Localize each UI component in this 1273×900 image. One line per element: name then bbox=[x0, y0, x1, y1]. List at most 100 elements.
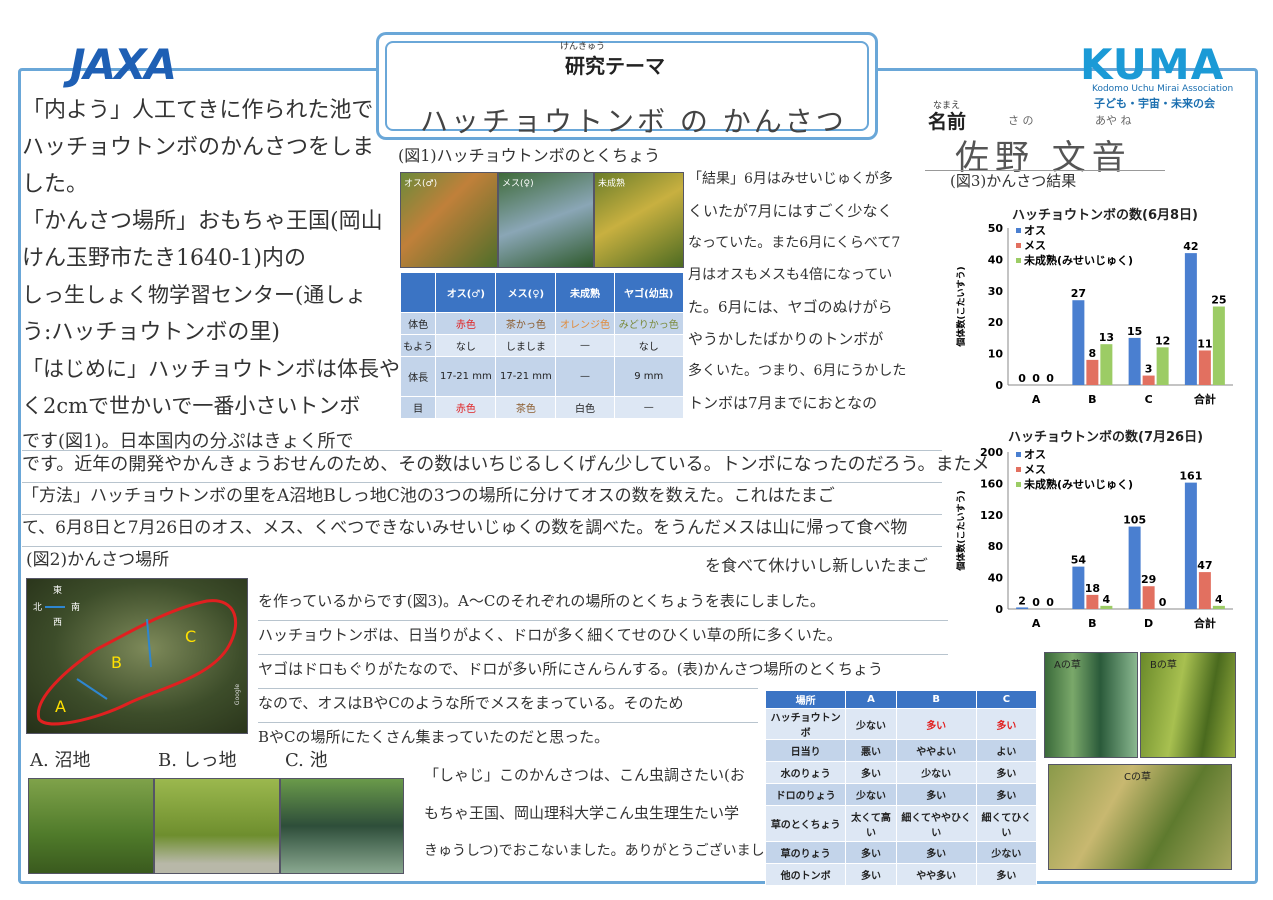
bar bbox=[1198, 572, 1211, 609]
table-row: 体長 17-21 mm 17-21 mm — 9 mm bbox=[399, 356, 684, 397]
result-text-line: 「結果」6月はみせいじゅくが多 bbox=[688, 171, 893, 187]
legend-entry: オス bbox=[1024, 224, 1046, 237]
bar-value-label: 25 bbox=[1211, 294, 1226, 307]
left-text-line: 「かんさつ場所」おもちゃ王国(岡山 bbox=[22, 209, 383, 234]
bar-value-label: 3 bbox=[1145, 363, 1153, 376]
thanks-text-line: 「しゃじ」このかんさつは、こん虫調さたい(お bbox=[424, 766, 745, 784]
chart-june: 01020304050個体数(こたいすう)A0 0 0B27813C15312合計4… bbox=[955, 222, 1233, 406]
fig3-label: (図3)かんさつ結果 bbox=[950, 172, 1077, 190]
result-text-line: た。6月には、ヤゴのぬけがら bbox=[688, 298, 893, 316]
photo-label: メス(♀) bbox=[502, 179, 534, 189]
result-text-line: 多くいた。つまり、6月にうかした bbox=[688, 363, 907, 379]
thanks-text-line: もちゃ王国、岡山理科大学こん虫生理生たい学 bbox=[424, 804, 740, 822]
bar bbox=[1128, 337, 1141, 385]
theme-value: ハッチョウトンボ の かんさつ bbox=[420, 105, 847, 138]
x-tick-label: A bbox=[1032, 393, 1041, 406]
bar bbox=[1100, 605, 1113, 609]
bar-value-label: 0 bbox=[1159, 596, 1167, 609]
lower-text-line: を作っているからです(図3)。A～Cのそれぞれの場所のとくちょうを表にしました。 bbox=[258, 592, 825, 610]
y-tick-label: 120 bbox=[980, 509, 1003, 522]
result-text-line: トンボは7月までにおとなの bbox=[688, 394, 878, 412]
left-text-block: 「内よう」人工てきに作られた池で ハッチョウトンボのかんさつをしま した。 「か… bbox=[22, 100, 400, 470]
bar-value-label: 42 bbox=[1183, 240, 1198, 253]
table-header: A bbox=[845, 690, 897, 709]
table-header: B bbox=[895, 690, 977, 709]
left-text-line: した。 bbox=[22, 172, 89, 197]
legend-entry: 未成熟(みせいじゅく) bbox=[1023, 477, 1133, 491]
x-tick-label: C bbox=[1145, 393, 1153, 406]
bar-value-label: 27 bbox=[1071, 287, 1086, 300]
legend-entry: メス bbox=[1024, 463, 1046, 476]
table-header: ヤゴ(幼虫) bbox=[613, 272, 684, 313]
bar bbox=[1142, 375, 1155, 385]
result-text-line: くいたが7月にはすごく少なく bbox=[688, 202, 893, 220]
legend-entry: メス bbox=[1024, 239, 1046, 252]
result-text-line: 月はオスもメスも4倍になってい bbox=[688, 267, 893, 283]
bar-value-label: 29 bbox=[1141, 573, 1156, 586]
site-features-table: 場所 A B C ハッチョウトンボ 少ない 多い 多い 日当り 悪い ややよい … bbox=[764, 690, 1038, 886]
photo-label: 未成熟 bbox=[598, 179, 626, 189]
legend-entry: オス bbox=[1024, 448, 1046, 461]
y-tick-label: 160 bbox=[980, 477, 1003, 490]
map-area-a: A bbox=[55, 697, 66, 716]
bar-value-label: 105 bbox=[1123, 514, 1146, 527]
bar bbox=[1198, 350, 1211, 385]
table-row: もよう なし しましま — なし bbox=[399, 334, 684, 357]
marsh-photo bbox=[154, 778, 280, 874]
name-ruby-sano: さ の bbox=[1008, 114, 1034, 127]
table-header: C bbox=[975, 690, 1038, 709]
site-photo-label: C. 池 bbox=[285, 750, 328, 771]
map-north: 北 bbox=[33, 603, 43, 613]
name-underline bbox=[925, 170, 1165, 171]
table-row: 他のトンボ 多い やや多い 多い bbox=[764, 863, 1038, 886]
bar-value-label: 0 bbox=[1018, 372, 1026, 385]
map-area-c: C bbox=[185, 627, 197, 646]
kuma-logo: KUMA bbox=[1080, 40, 1225, 89]
chart-july: 04080120160200個体数(こたいすう)A2 0 0B54184D10529… bbox=[955, 446, 1233, 630]
left-text-line: う:ハッチョウトンボの里) bbox=[22, 320, 280, 345]
y-tick-label: 10 bbox=[988, 348, 1004, 361]
map-west: 西 bbox=[53, 618, 63, 628]
lower-text-line: ハッチョウトンボは、日当りがよく、ドロが多く細くてせのひくい草の所に多くいた。 bbox=[258, 626, 842, 644]
x-tick-label: B bbox=[1088, 617, 1096, 630]
table-header: 場所 bbox=[764, 690, 847, 709]
map-south: 南 bbox=[71, 603, 81, 613]
legend-swatch bbox=[1016, 482, 1021, 487]
bar bbox=[1212, 605, 1225, 609]
bar bbox=[1156, 347, 1169, 385]
x-tick-label: 合計 bbox=[1194, 616, 1216, 630]
bar-value-label: 4 bbox=[1103, 593, 1111, 606]
bar bbox=[1212, 306, 1225, 385]
site-photo-label: B. しっ地 bbox=[158, 750, 237, 771]
thanks-text-line: きゅうしつ)でおこないました。ありがとうございました bbox=[424, 843, 779, 859]
table-row: ハッチョウトンボ 少ない 多い 多い bbox=[764, 708, 1038, 740]
result-text-line: なっていた。また6月にくらべて7 bbox=[688, 235, 901, 251]
lower-text-line: を食べて休けいし新しいたまご bbox=[705, 556, 928, 575]
bar-value-label: 12 bbox=[1155, 334, 1170, 347]
bar-value-label: 11 bbox=[1197, 337, 1212, 350]
wide-text-line: て、6月8日と7月26日のオス、メス、くべつできないみせいじゅくの数を調べた。を… bbox=[22, 518, 908, 538]
bar-value-label: 47 bbox=[1197, 559, 1212, 572]
bar-value-label: 54 bbox=[1071, 554, 1087, 567]
table-row: 水のりょう 多い 少ない 多い bbox=[764, 761, 1038, 784]
legend-swatch bbox=[1016, 452, 1021, 457]
left-text-line: 「はじめに」ハッチョウトンボは体長や bbox=[22, 357, 400, 381]
bar bbox=[1086, 594, 1099, 609]
y-tick-label: 80 bbox=[988, 540, 1004, 553]
x-tick-label: A bbox=[1032, 617, 1041, 630]
pond-photo bbox=[280, 778, 404, 874]
table-row: 目 赤色 茶色 白色 — bbox=[399, 396, 684, 419]
table-header: メス(♀) bbox=[495, 272, 557, 313]
fig2-label: (図2)かんさつ場所 bbox=[26, 550, 170, 570]
map-area-b: B bbox=[111, 653, 122, 672]
map-east: 東 bbox=[53, 586, 63, 596]
x-tick-label: D bbox=[1144, 617, 1153, 630]
site-photo-label: A. 沼地 bbox=[30, 750, 91, 771]
bar-value-label: 15 bbox=[1127, 325, 1142, 338]
photo-label: Bの草 bbox=[1150, 660, 1177, 671]
bar bbox=[1016, 607, 1029, 609]
bar bbox=[1086, 359, 1099, 385]
bar bbox=[1072, 566, 1085, 609]
left-text-line: ハッチョウトンボのかんさつをしま bbox=[22, 135, 375, 160]
bar-value-label: 18 bbox=[1085, 582, 1100, 595]
